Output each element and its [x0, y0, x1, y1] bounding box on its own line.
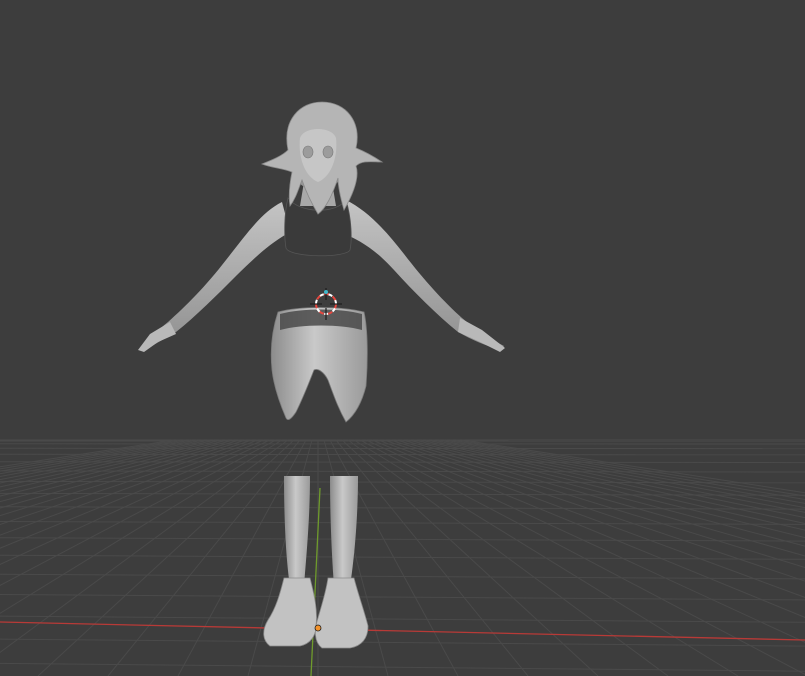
right-eye: [322, 145, 334, 159]
3d-viewport[interactable]: [0, 0, 805, 676]
left-eye: [302, 145, 314, 159]
object-origin-dot[interactable]: [314, 624, 322, 632]
